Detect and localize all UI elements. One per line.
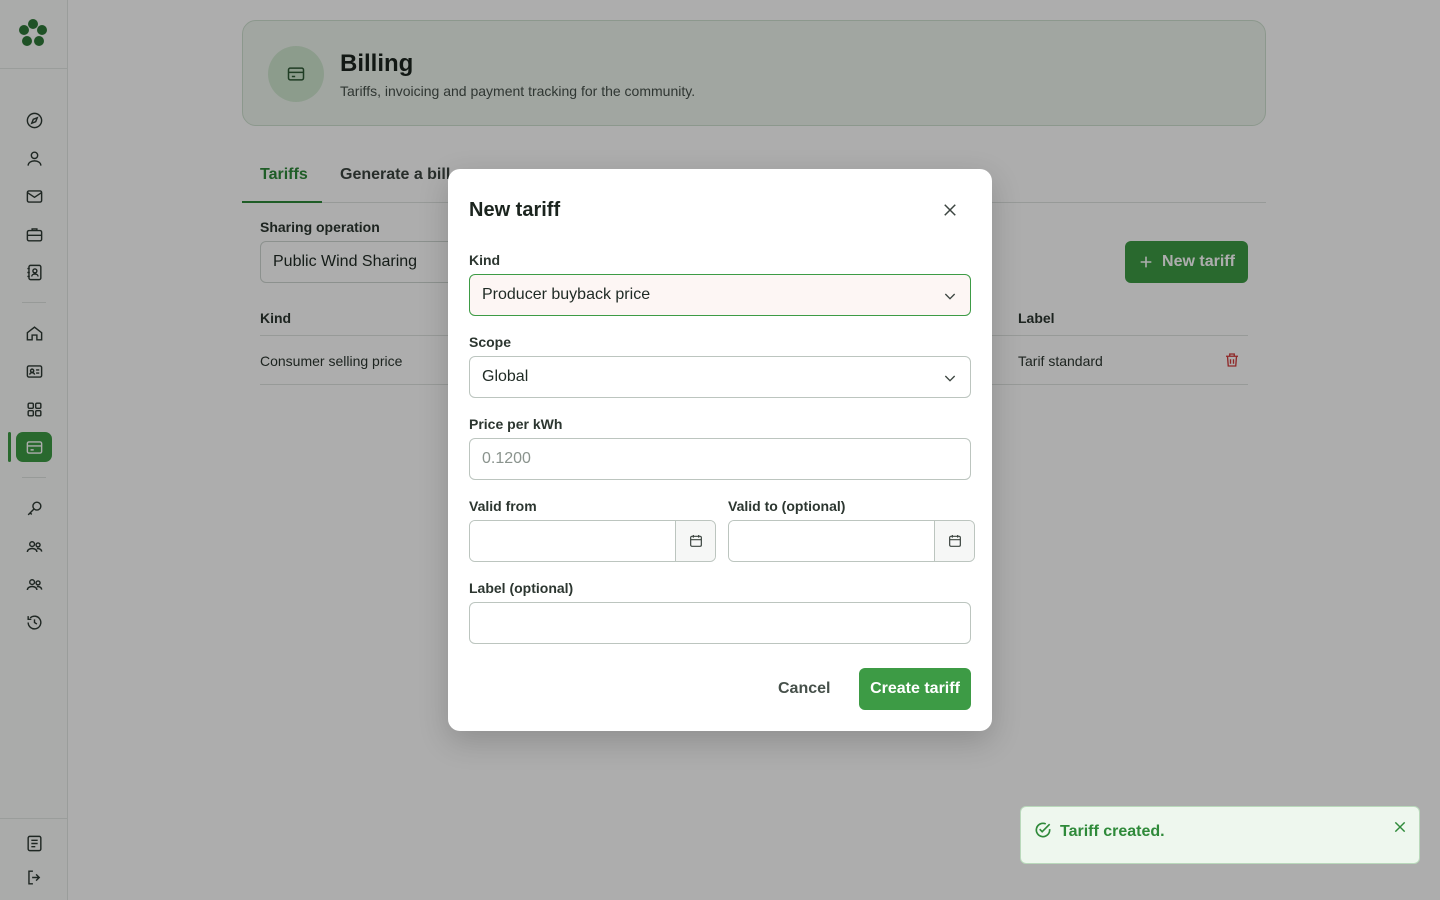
toast-close-icon[interactable] — [1392, 819, 1408, 835]
chevron-down-icon — [944, 375, 956, 382]
valid-to-input[interactable] — [729, 521, 935, 561]
valid-from-label: Valid from — [469, 498, 537, 514]
tariff-label-input[interactable] — [469, 602, 971, 644]
price-label: Price per kWh — [469, 416, 563, 432]
success-toast: Tariff created. — [1020, 806, 1420, 864]
create-tariff-button[interactable]: Create tariff — [859, 668, 971, 710]
chevron-down-icon — [944, 293, 956, 300]
valid-from-calendar-button[interactable] — [675, 521, 715, 561]
valid-to-label: Valid to (optional) — [728, 498, 846, 514]
new-tariff-dialog: New tariff Kind Producer buyback price S… — [448, 169, 992, 731]
scope-label: Scope — [469, 334, 512, 350]
kind-select-value: Producer buyback price — [482, 286, 651, 303]
scope-select-value: Global — [482, 368, 529, 385]
price-per-kwh-input[interactable] — [469, 438, 971, 480]
calendar-icon — [948, 535, 961, 547]
cancel-button[interactable]: Cancel — [778, 680, 830, 698]
calendar-icon — [689, 535, 702, 547]
check-circle-icon — [1035, 822, 1051, 838]
kind-label: Kind — [469, 252, 501, 268]
tariff-label-label: Label (optional) — [469, 580, 574, 596]
scope-select[interactable]: Global — [469, 356, 971, 398]
valid-from-input[interactable] — [470, 521, 676, 561]
valid-from-field — [469, 520, 716, 562]
valid-to-field — [728, 520, 975, 562]
toast-message: Tariff created. — [1060, 823, 1165, 840]
kind-select[interactable]: Producer buyback price — [469, 274, 971, 316]
valid-to-calendar-button[interactable] — [934, 521, 974, 561]
dialog-title: New tariff — [469, 199, 561, 221]
close-icon[interactable] — [941, 201, 959, 219]
